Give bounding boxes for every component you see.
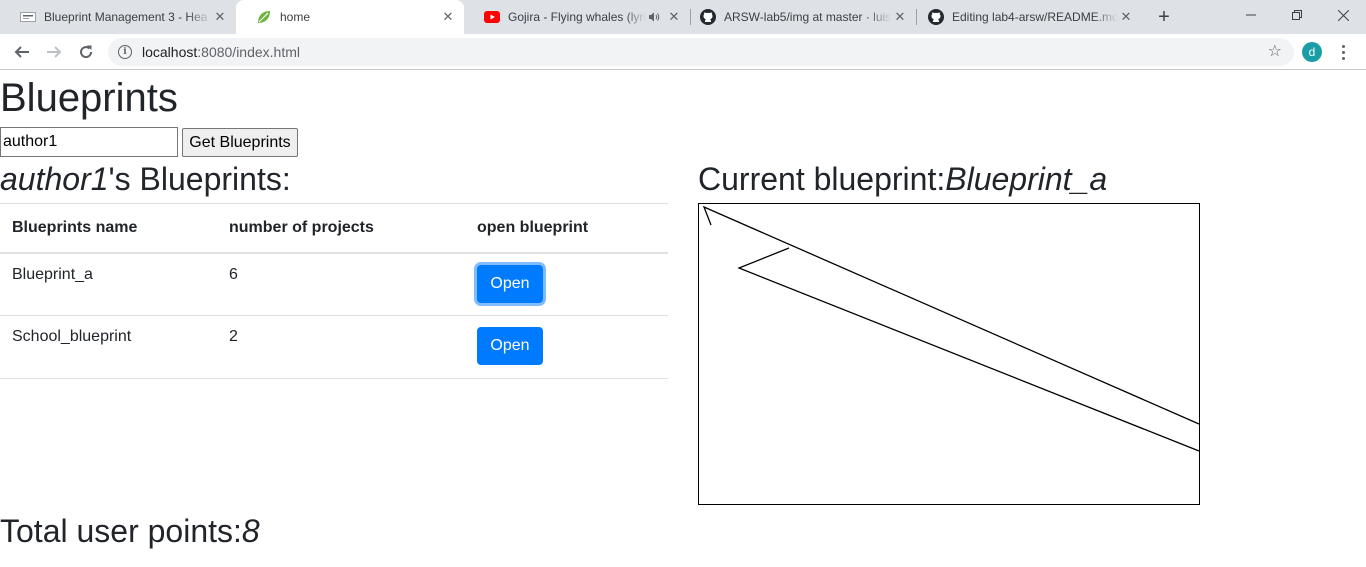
header-blueprints-name: Blueprints name bbox=[0, 203, 217, 254]
blueprints-table: Blueprints name number of projects open … bbox=[0, 203, 668, 379]
current-blueprint-name: Blueprint_a bbox=[945, 161, 1108, 197]
page-content: Blueprints Get Blueprints author1's Blue… bbox=[0, 71, 1366, 567]
browser-toolbar: i localhost:8080/index.html ☆ d bbox=[0, 34, 1366, 70]
browser-tab-gojira[interactable]: Gojira - Flying whales (lyric ✕ bbox=[464, 0, 690, 34]
table-row: Blueprint_a 6 Open bbox=[0, 252, 668, 316]
new-tab-plus-icon[interactable]: + bbox=[1152, 5, 1176, 29]
tab-close-icon[interactable]: ✕ bbox=[440, 9, 456, 25]
tab-title: ARSW-lab5/img at master · luis bbox=[724, 10, 892, 24]
profile-avatar[interactable]: d bbox=[1302, 42, 1322, 62]
author-heading-suffix: 's Blueprints: bbox=[108, 161, 291, 197]
open-cell: Open bbox=[465, 252, 668, 316]
blueprint-line-upper bbox=[702, 205, 1200, 425]
audio-playing-icon[interactable] bbox=[646, 9, 662, 25]
tab-close-icon[interactable]: ✕ bbox=[666, 9, 682, 25]
back-arrow-icon[interactable] bbox=[8, 38, 36, 66]
browser-tab-strip: Blueprint Management 3 - Hea ✕ home ✕ Go… bbox=[0, 0, 1366, 34]
open-blueprint-button[interactable]: Open bbox=[477, 327, 543, 365]
total-points-value: 8 bbox=[241, 513, 260, 549]
blueprint-favicon-icon bbox=[20, 9, 36, 25]
tab-close-icon[interactable]: ✕ bbox=[892, 9, 908, 25]
github-favicon-icon bbox=[700, 9, 716, 25]
site-info-icon[interactable]: i bbox=[118, 45, 132, 59]
tab-title: home bbox=[280, 10, 311, 24]
author-blueprints-heading: author1's Blueprints: bbox=[0, 159, 291, 199]
blueprint-line-lower bbox=[737, 247, 1200, 452]
author-input[interactable] bbox=[0, 127, 178, 157]
total-points-heading: Total user points:8 bbox=[0, 511, 260, 551]
browser-tab-editing-readme[interactable]: Editing lab4-arsw/README.md ✕ bbox=[916, 0, 1142, 34]
open-cell: Open bbox=[465, 315, 668, 379]
github-favicon-icon bbox=[928, 9, 944, 25]
close-window-icon[interactable] bbox=[1320, 0, 1366, 30]
blueprint-drawing bbox=[702, 205, 1200, 452]
spring-leaf-favicon-icon bbox=[256, 9, 272, 25]
blueprint-points-cell: 2 bbox=[217, 315, 465, 379]
restore-window-icon[interactable] bbox=[1274, 0, 1320, 30]
browser-menu-icon[interactable] bbox=[1335, 42, 1351, 62]
address-url: localhost:8080/index.html bbox=[142, 44, 300, 60]
tab-close-icon[interactable]: ✕ bbox=[212, 9, 228, 25]
header-number-of-projects: number of projects bbox=[217, 203, 465, 254]
reload-icon[interactable] bbox=[72, 38, 100, 66]
address-bar[interactable]: i localhost:8080/index.html ☆ bbox=[108, 38, 1294, 66]
tab-title: Gojira - Flying whales (lyric bbox=[508, 10, 646, 24]
browser-tab-blueprint-management[interactable]: Blueprint Management 3 - Hea ✕ bbox=[0, 0, 236, 34]
youtube-favicon-icon bbox=[484, 9, 500, 25]
tab-title: Editing lab4-arsw/README.md bbox=[952, 10, 1118, 24]
open-blueprint-button[interactable]: Open bbox=[477, 264, 543, 303]
current-blueprint-heading: Current blueprint:Blueprint_a bbox=[698, 159, 1107, 199]
current-blueprint-label: Current blueprint: bbox=[698, 161, 946, 197]
tab-title: Blueprint Management 3 - Hea bbox=[44, 10, 208, 24]
forward-arrow-icon[interactable] bbox=[40, 38, 68, 66]
header-open-blueprint: open blueprint bbox=[465, 203, 668, 254]
blueprint-points-cell: 6 bbox=[217, 252, 465, 316]
bookmark-star-icon[interactable]: ☆ bbox=[1268, 41, 1282, 61]
blueprint-canvas[interactable] bbox=[698, 203, 1200, 505]
author-name: author1 bbox=[0, 161, 109, 197]
page-title: Blueprints bbox=[0, 76, 178, 120]
total-points-label: Total user points: bbox=[0, 513, 242, 549]
get-blueprints-button[interactable]: Get Blueprints bbox=[182, 128, 298, 157]
table-header-row: Blueprints name number of projects open … bbox=[0, 203, 668, 254]
browser-tab-arsw-lab5[interactable]: ARSW-lab5/img at master · luis ✕ bbox=[690, 0, 916, 34]
browser-tab-home[interactable]: home ✕ bbox=[236, 0, 464, 34]
table-row: School_blueprint 2 Open bbox=[0, 315, 668, 379]
blueprint-name-cell: Blueprint_a bbox=[0, 252, 217, 316]
tab-close-icon[interactable]: ✕ bbox=[1118, 9, 1134, 25]
blueprint-name-cell: School_blueprint bbox=[0, 315, 217, 379]
minimize-window-icon[interactable] bbox=[1228, 0, 1274, 30]
